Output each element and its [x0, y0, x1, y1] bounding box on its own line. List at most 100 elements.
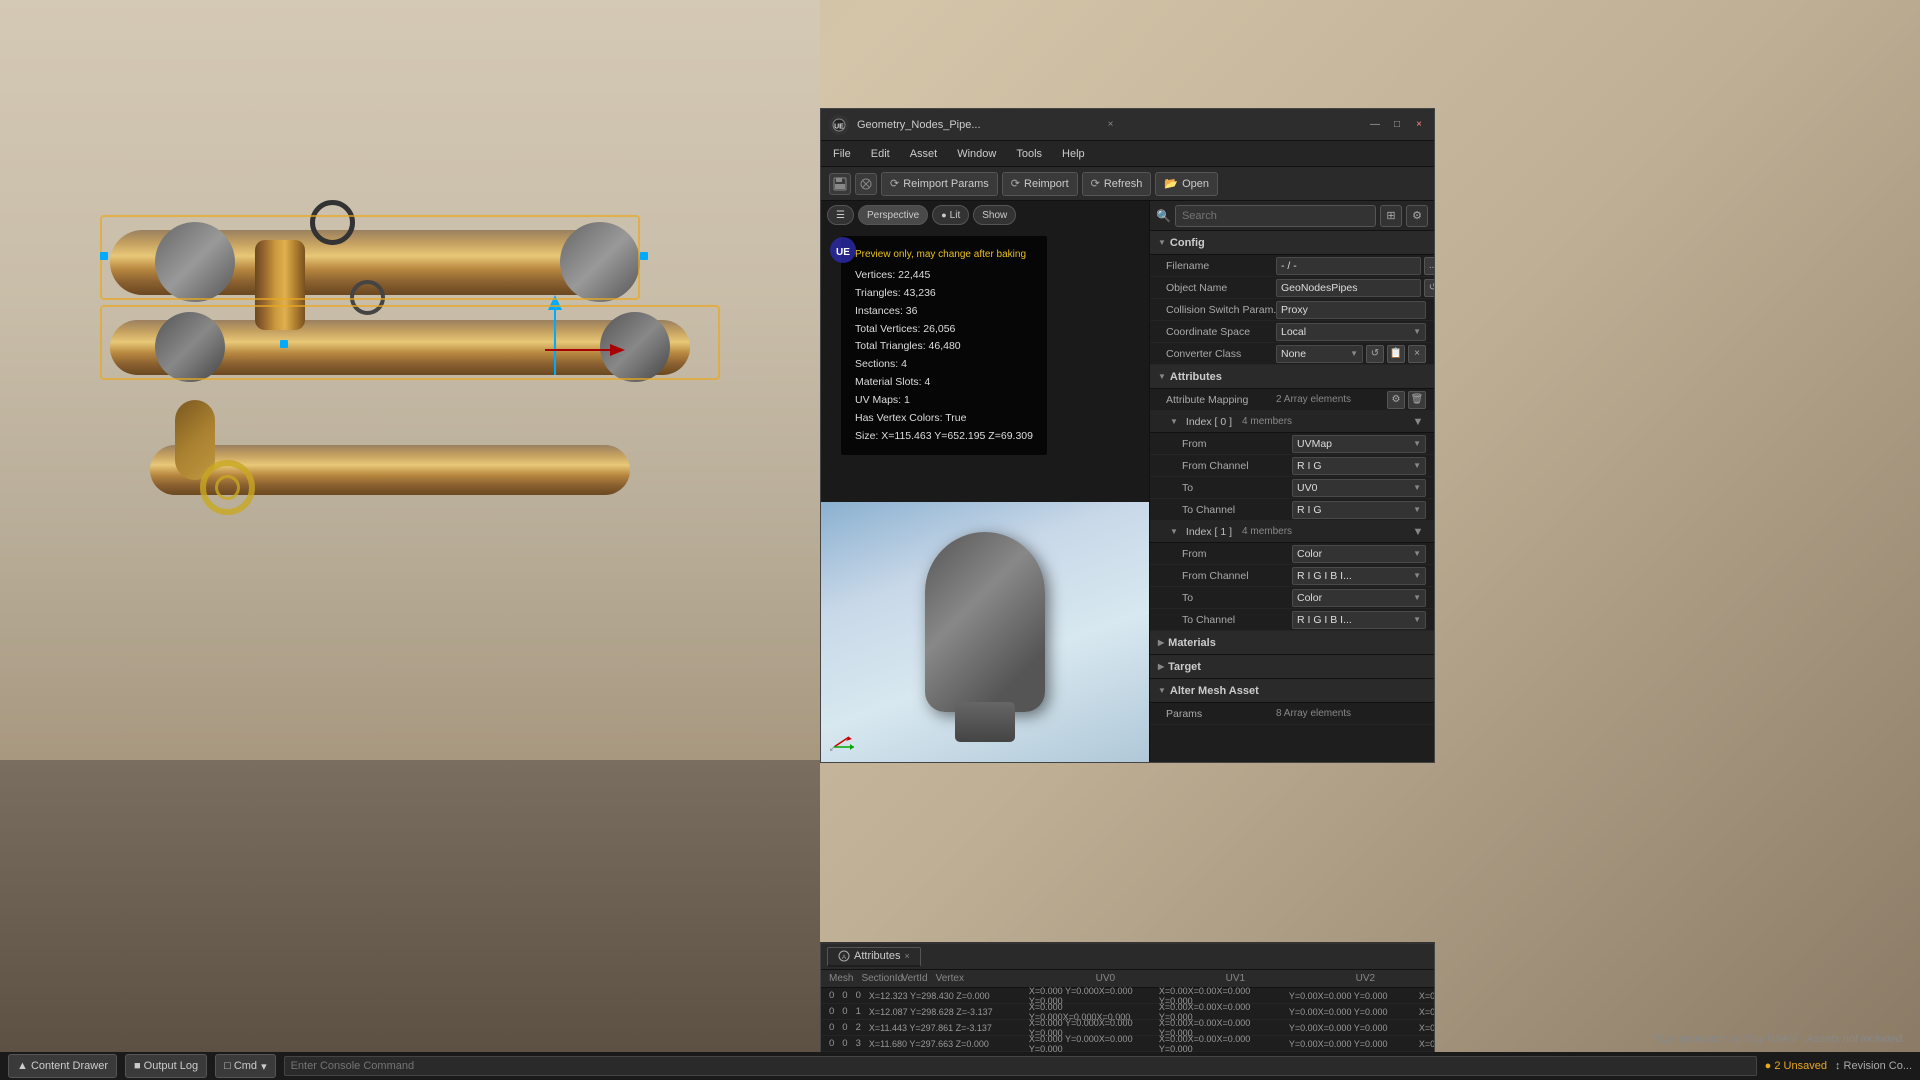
coordinate-space-arrow: ▼ [1413, 327, 1421, 336]
menu-asset[interactable]: Asset [906, 146, 942, 162]
reimport-button[interactable]: ⟳ Reimport [1002, 172, 1078, 196]
params-label: Params [1166, 708, 1276, 720]
reimport-params-button[interactable]: ⟳ Reimport Params [881, 172, 998, 196]
converter-x-button[interactable]: × [1408, 345, 1426, 363]
index1-label: Index [ 1 ] [1186, 526, 1232, 538]
converter-refresh-button[interactable]: ↺ [1366, 345, 1384, 363]
menu-icon: ☰ [836, 210, 845, 221]
index0-from-channel-row: From Channel R I G ▼ UVMap [1150, 455, 1434, 477]
converter-copy-button[interactable]: 📋 [1387, 345, 1405, 363]
cmd-arrow: ▾ [261, 1060, 267, 1073]
target-section-header[interactable]: ▶ Target [1150, 655, 1434, 679]
menu-file[interactable]: File [829, 146, 855, 162]
output-log-button[interactable]: ■ Output Log [125, 1054, 207, 1078]
cmd-button[interactable]: □ Cmd ▾ [215, 1054, 275, 1078]
close-button[interactable]: × [1412, 118, 1426, 132]
attribute-mapping-row: Attribute Mapping 2 Array elements ⚙ 🗑 [1150, 389, 1434, 411]
index0-from-channel-dropdown[interactable]: R I G ▼ [1292, 457, 1426, 475]
total-vertex-count: Total Vertices: 26,056 [855, 321, 1033, 339]
total-triangle-count: Total Triangles: 46,480 [855, 338, 1033, 356]
materials-section-header[interactable]: ▶ Materials [1150, 631, 1434, 655]
materials-arrow: ▶ [1158, 638, 1164, 647]
filename-dots-button[interactable]: ... [1424, 257, 1434, 275]
alter-mesh-section-header[interactable]: ▼ Alter Mesh Asset [1150, 679, 1434, 703]
section-count: Sections: 4 [855, 356, 1033, 374]
maximize-button[interactable]: □ [1390, 118, 1404, 132]
object-name-input[interactable] [1276, 279, 1421, 297]
svg-text:UE: UE [836, 247, 850, 258]
attributes-section-header[interactable]: ▼ Attributes [1150, 365, 1434, 389]
filename-input[interactable] [1276, 257, 1421, 275]
object-name-reset-button[interactable]: ↺ [1424, 279, 1434, 297]
target-arrow: ▶ [1158, 662, 1164, 671]
settings-button[interactable]: ⚙ [1406, 205, 1428, 227]
index0-to-channel-label: To Channel [1182, 504, 1292, 516]
index1-to-channel-dropdown[interactable]: R I G I B I... ▼ [1292, 611, 1426, 629]
alter-mesh-section-label: Alter Mesh Asset [1170, 685, 1259, 697]
index0-to-channel-dropdown[interactable]: R I G ▼ [1292, 501, 1426, 519]
grid-view-button[interactable]: ⊞ [1380, 205, 1402, 227]
config-section-header[interactable]: ▼ Config [1150, 231, 1434, 255]
material-slot-count: Material Slots: 4 [855, 374, 1033, 392]
content-drawer-button[interactable]: ▲ Content Drawer [8, 1054, 117, 1078]
perspective-button[interactable]: Perspective [858, 205, 928, 225]
revision-button[interactable]: ↕ Revision Co... [1835, 1060, 1912, 1072]
save-button[interactable] [829, 173, 851, 195]
collision-switch-input[interactable] [1276, 301, 1426, 319]
attr-col-uv1: UV1 [1222, 973, 1352, 984]
index0-from-label: From [1182, 438, 1292, 450]
refresh-icon: ⟳ [1091, 177, 1100, 190]
index1-to-channel-label: To Channel [1182, 614, 1292, 626]
menu-edit[interactable]: Edit [867, 146, 894, 162]
coordinate-space-row: Coordinate Space Local ▼ [1150, 321, 1434, 343]
has-vertex-colors: Has Vertex Colors: True [855, 410, 1033, 428]
object-name-row: Object Name ↺ [1150, 277, 1434, 299]
ue-logo: UE [829, 115, 849, 135]
search-input[interactable] [1175, 205, 1376, 227]
close-tab-button[interactable]: × [1108, 119, 1114, 130]
attr-trash-button[interactable]: 🗑 [1408, 391, 1426, 409]
menu-window[interactable]: Window [953, 146, 1000, 162]
attr-col-vertex-pos: Vertex [932, 973, 1092, 984]
viewport-menu-button[interactable]: ☰ [827, 205, 854, 225]
show-button[interactable]: Show [973, 205, 1016, 225]
open-icon: 📂 [1164, 177, 1178, 190]
attributes-tab-close[interactable]: × [904, 951, 909, 961]
attr-col-section: SectionId [857, 973, 897, 984]
index1-to-dropdown[interactable]: Color ▼ [1292, 589, 1426, 607]
coordinate-space-dropdown[interactable]: Local ▼ [1276, 323, 1426, 341]
refresh-button[interactable]: ⟳ Refresh [1082, 172, 1152, 196]
index1-header[interactable]: ▼ Index [ 1 ] 4 members ▼ [1150, 521, 1434, 543]
alter-mesh-arrow: ▼ [1158, 686, 1166, 695]
index0-to-dropdown[interactable]: UV0 ▼ [1292, 479, 1426, 497]
index0-from-channel-label: From Channel [1182, 460, 1292, 472]
browse-button[interactable] [855, 173, 877, 195]
instance-count: Instances: 36 [855, 303, 1033, 321]
console-input[interactable] [284, 1056, 1757, 1076]
attr-settings-button[interactable]: ⚙ [1387, 391, 1405, 409]
attr-col-vertex-id: VertId [897, 973, 931, 984]
index1-from-dropdown[interactable]: Color ▼ [1292, 545, 1426, 563]
target-section-label: Target [1168, 661, 1201, 673]
converter-class-row: Converter Class None ▼ ↺ 📋 × [1150, 343, 1434, 365]
index1-arrow: ▼ [1170, 527, 1178, 536]
index0-expand-button[interactable]: ▼ [1410, 414, 1426, 430]
menu-help[interactable]: Help [1058, 146, 1089, 162]
index0-to-channel-row: To Channel R I G ▼ [1150, 499, 1434, 521]
index1-to-row: To Color ▼ [1150, 587, 1434, 609]
svg-text:A: A [842, 955, 846, 961]
index1-from-channel-dropdown[interactable]: R I G I B I... ▼ [1292, 567, 1426, 585]
index0-from-dropdown[interactable]: UVMap ▼ [1292, 435, 1426, 453]
config-arrow: ▼ [1158, 238, 1166, 247]
index1-from-channel-label: From Channel [1182, 570, 1292, 582]
index1-expand-button[interactable]: ▼ [1410, 524, 1426, 540]
menu-tools[interactable]: Tools [1012, 146, 1046, 162]
lit-icon: ● [941, 210, 946, 220]
converter-class-dropdown[interactable]: None ▼ [1276, 345, 1363, 363]
minimize-button[interactable]: — [1368, 118, 1382, 132]
attributes-tab[interactable]: A Attributes × [827, 947, 921, 967]
reimport-params-icon: ⟳ [890, 177, 899, 190]
open-button[interactable]: 📂 Open [1155, 172, 1218, 196]
lit-button[interactable]: ● Lit [932, 205, 969, 225]
index0-header[interactable]: ▼ Index [ 0 ] 4 members ▼ [1150, 411, 1434, 433]
